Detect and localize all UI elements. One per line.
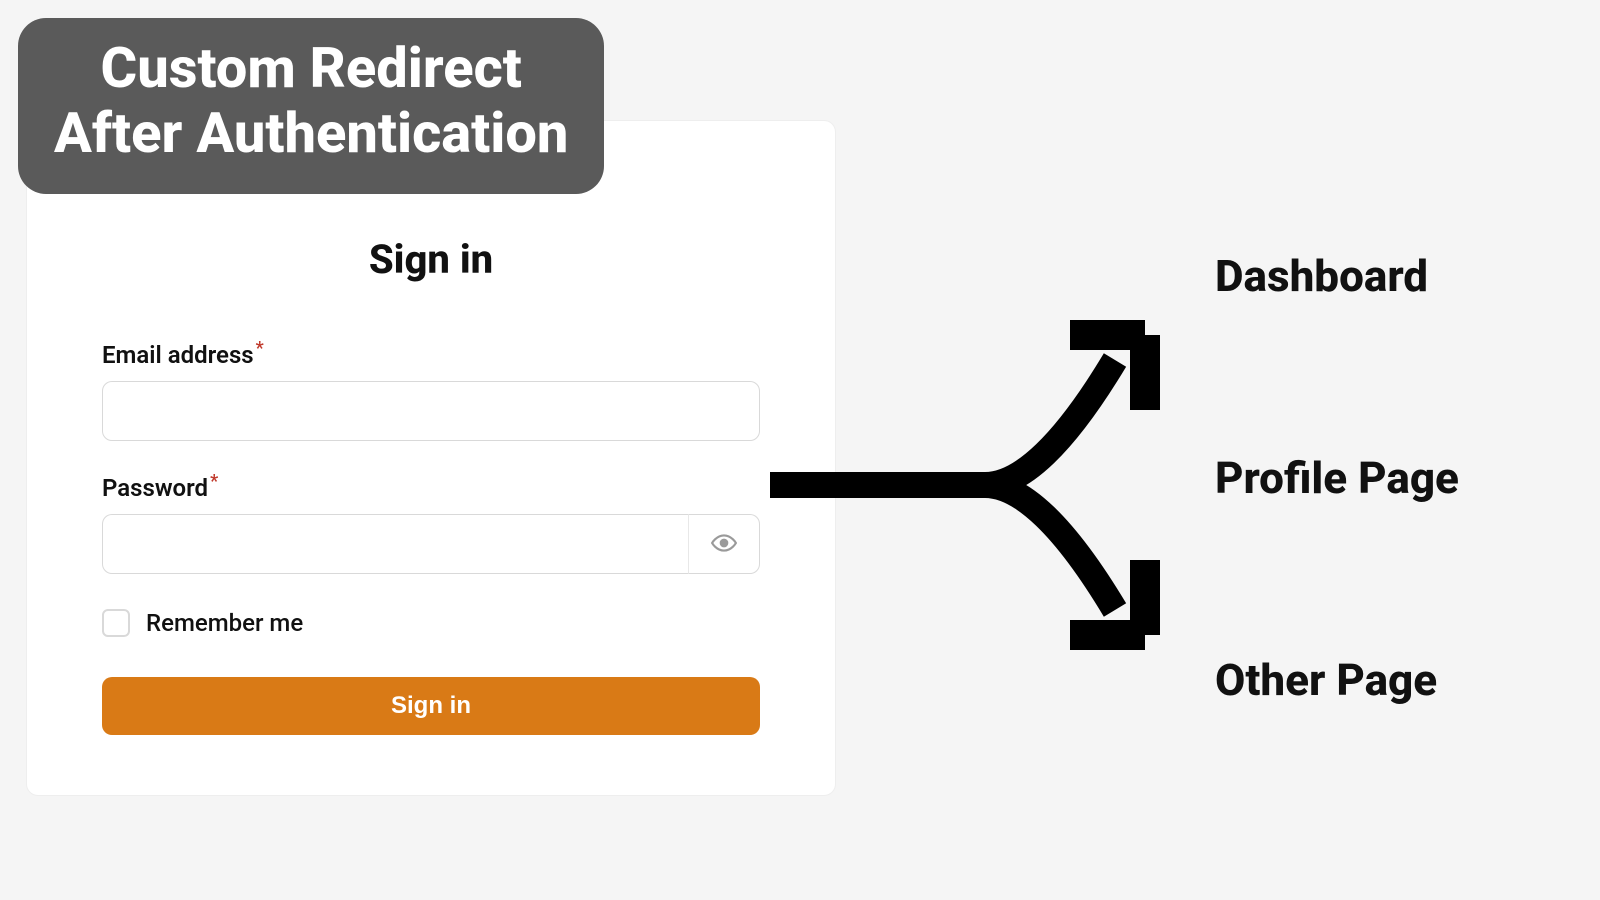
password-label-text: Password (102, 474, 208, 502)
signin-button[interactable]: Sign in (102, 677, 760, 735)
password-input-wrap (102, 514, 760, 574)
password-input[interactable] (102, 514, 688, 574)
email-label-text: Email address (102, 341, 254, 369)
remember-checkbox[interactable] (102, 609, 130, 637)
email-field-group: Email address* (102, 338, 760, 441)
password-field-group: Password* (102, 471, 760, 574)
password-label: Password* (102, 471, 760, 502)
email-input[interactable] (102, 381, 760, 441)
destination-other-page: Other Page (1215, 654, 1459, 706)
eye-icon (711, 530, 737, 559)
branching-arrow-icon (770, 305, 1190, 665)
required-asterisk: * (256, 338, 264, 359)
title-banner: Custom Redirect After Authentication (18, 18, 604, 194)
card-title: Sign in (102, 236, 760, 283)
destination-list: Dashboard Profile Page Other Page (1215, 250, 1459, 706)
destination-dashboard: Dashboard (1215, 250, 1459, 302)
email-label: Email address* (102, 338, 760, 369)
remember-label: Remember me (146, 609, 303, 637)
destination-profile-page: Profile Page (1215, 452, 1459, 504)
remember-row: Remember me (102, 609, 760, 637)
banner-line-1: Custom Redirect (101, 35, 522, 101)
signin-card: Sign in Email address* Password* Rememb (26, 120, 836, 796)
required-asterisk: * (210, 471, 218, 492)
banner-line-2: After Authentication (54, 100, 568, 166)
toggle-password-visibility-button[interactable] (688, 514, 760, 574)
